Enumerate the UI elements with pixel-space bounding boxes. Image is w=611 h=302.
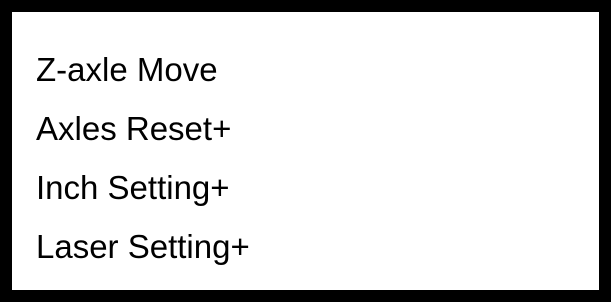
menu-item-z-axle-move[interactable]: Z-axle Move: [36, 40, 250, 99]
menu-item-laser-setting[interactable]: Laser Setting+: [36, 217, 250, 276]
menu-item-axles-reset[interactable]: Axles Reset+: [36, 99, 250, 158]
menu-item-inch-setting[interactable]: Inch Setting+: [36, 158, 250, 217]
menu-list: Z-axle Move Axles Reset+ Inch Setting+ L…: [36, 40, 250, 276]
lcd-menu-screen: Z-axle Move Axles Reset+ Inch Setting+ L…: [0, 0, 611, 302]
